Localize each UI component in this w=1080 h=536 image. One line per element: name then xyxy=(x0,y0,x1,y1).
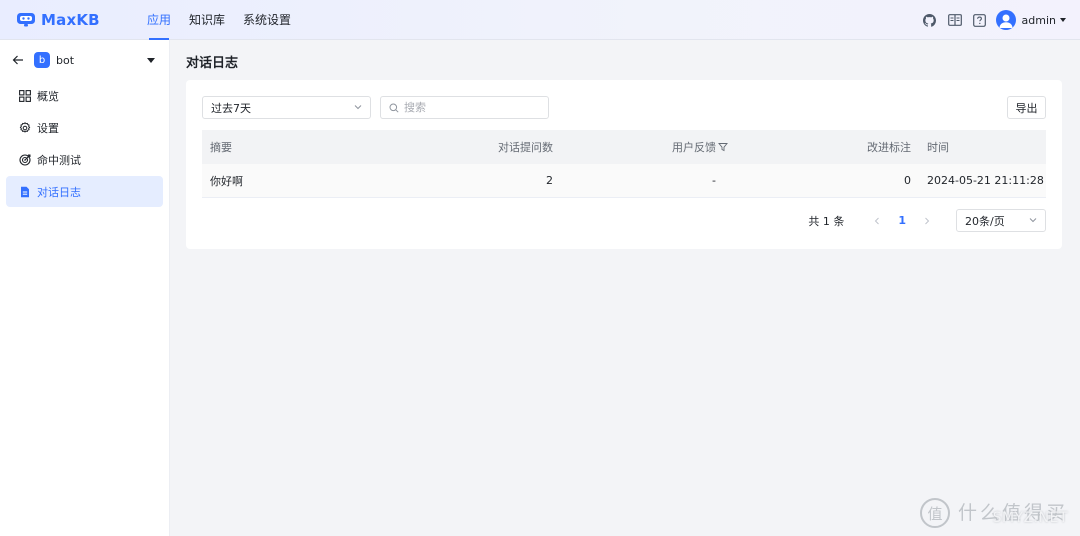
watermark-sub: SMYZ.NET xyxy=(992,510,1068,526)
logo[interactable]: MaxKB xyxy=(16,11,122,29)
document-icon xyxy=(21,186,29,197)
sidebar: b bot 概览 设置 命中测试 对话日志 xyxy=(0,40,170,536)
page-size-value: 20条/页 xyxy=(965,214,1005,228)
logo-text: MaxKB xyxy=(41,10,100,29)
maxkb-logo-icon xyxy=(17,13,35,27)
page-title: 对话日志 xyxy=(186,56,239,71)
header-annotations: 改进标注 xyxy=(867,141,911,154)
chat-log-card: 过去7天 导出 摘要 对话提问数 用户反馈 改进标注 时间 你好啊 2 - 0 … xyxy=(186,80,1062,249)
cell-feedback: - xyxy=(553,174,728,187)
user-menu-caret-icon[interactable] xyxy=(1060,18,1066,22)
cell-summary: 你好啊 xyxy=(210,174,243,188)
search-icon xyxy=(389,103,399,113)
page-size-select[interactable]: 20条/页 xyxy=(956,209,1046,232)
top-nav: 应用 知识库 系统设置 xyxy=(138,0,300,40)
export-button[interactable]: 导出 xyxy=(1007,96,1046,119)
sidebar-item-chat-log[interactable]: 对话日志 xyxy=(6,176,163,207)
chevron-down-icon xyxy=(354,105,362,110)
search-field[interactable] xyxy=(380,96,549,119)
app-switcher[interactable]: b bot xyxy=(0,40,169,80)
sidebar-menu: 概览 设置 命中测试 对话日志 xyxy=(0,80,169,207)
page-number[interactable]: 1 xyxy=(898,214,906,227)
header-summary: 摘要 xyxy=(210,141,232,154)
search-input[interactable] xyxy=(404,101,544,114)
watermark-badge: 值 xyxy=(919,498,950,528)
filter-row: 过去7天 xyxy=(202,96,549,119)
sidebar-item-label: 命中测试 xyxy=(37,153,81,167)
table-header: 摘要 对话提问数 用户反馈 改进标注 时间 xyxy=(202,130,1046,164)
chat-log-table: 摘要 对话提问数 用户反馈 改进标注 时间 你好啊 2 - 0 2024-05-… xyxy=(202,130,1046,198)
top-header: MaxKB 应用 知识库 系统设置 admin xyxy=(0,0,1080,40)
date-range-select[interactable]: 过去7天 xyxy=(202,96,371,119)
cell-feedback-value: - xyxy=(712,174,716,187)
cell-annotations: 0 xyxy=(904,174,911,187)
help-icon[interactable] xyxy=(973,13,987,27)
filter-icon[interactable] xyxy=(718,142,728,152)
pagination-total: 共 1 条 xyxy=(808,214,845,228)
app-dropdown-caret-icon[interactable] xyxy=(147,58,155,63)
grid-icon xyxy=(19,89,31,102)
pagination: 共 1 条 1 20条/页 xyxy=(808,209,1046,232)
sidebar-item-settings[interactable]: 设置 xyxy=(6,112,163,143)
sidebar-item-label: 概览 xyxy=(37,89,59,103)
sidebar-item-hit-test[interactable]: 命中测试 xyxy=(6,144,163,175)
next-page-icon[interactable] xyxy=(922,216,932,226)
header-question-count: 对话提问数 xyxy=(498,141,553,154)
back-arrow-icon[interactable] xyxy=(12,54,24,66)
target-icon xyxy=(19,153,31,166)
app-avatar: b xyxy=(34,52,50,68)
nav-apps[interactable]: 应用 xyxy=(138,0,180,40)
header-feedback-label: 用户反馈 xyxy=(672,141,716,154)
watermark: 值 什么值得买 SMYZ.NET xyxy=(919,498,1068,528)
header-actions: admin xyxy=(912,0,1066,40)
app-name: bot xyxy=(56,53,75,67)
nav-knowledge[interactable]: 知识库 xyxy=(180,0,234,40)
sidebar-item-label: 设置 xyxy=(37,121,59,135)
chevron-down-icon xyxy=(1029,218,1037,223)
user-name[interactable]: admin xyxy=(1022,14,1056,27)
cell-time: 2024-05-21 21:11:28 xyxy=(927,174,1044,187)
header-feedback: 用户反馈 xyxy=(553,139,728,155)
cell-question-count: 2 xyxy=(546,174,553,187)
nav-settings[interactable]: 系统设置 xyxy=(234,0,300,40)
header-time: 时间 xyxy=(927,141,949,154)
book-icon[interactable] xyxy=(947,13,962,27)
gear-icon xyxy=(19,121,31,133)
prev-page-icon[interactable] xyxy=(872,216,882,226)
sidebar-item-label: 对话日志 xyxy=(37,185,81,199)
github-icon[interactable] xyxy=(923,13,937,27)
date-range-value: 过去7天 xyxy=(211,101,251,115)
table-row[interactable]: 你好啊 2 - 0 2024-05-21 21:11:28 xyxy=(202,164,1046,198)
user-avatar[interactable] xyxy=(995,10,1016,30)
sidebar-item-overview[interactable]: 概览 xyxy=(6,80,163,111)
